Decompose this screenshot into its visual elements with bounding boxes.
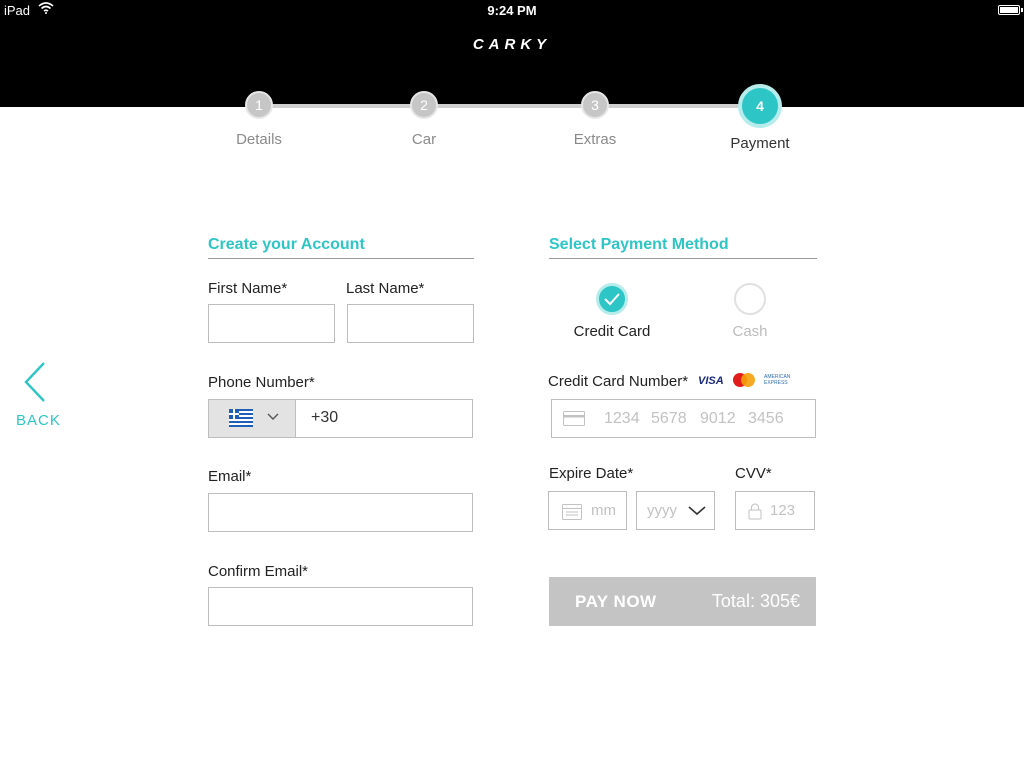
expiry-year-select[interactable]: yyyy [636, 491, 715, 530]
card-group: 1234 [604, 410, 640, 427]
first-name-input[interactable] [208, 304, 335, 343]
cvv-placeholder: 123 [770, 502, 796, 519]
pay-now-label: PAY NOW [575, 592, 657, 611]
back-button[interactable]: BACK [16, 360, 60, 429]
cash-option[interactable]: Cash [695, 283, 805, 340]
expire-date-label: Expire Date* [549, 465, 634, 482]
step-details[interactable]: 1 Details [219, 90, 299, 148]
visa-logo-icon: VISA [698, 375, 724, 387]
step-label: Car [411, 131, 437, 148]
step-payment[interactable]: 4 Payment [720, 83, 800, 152]
credit-card-option-label: Credit Card [573, 323, 651, 340]
chevron-down-icon [688, 506, 706, 516]
mastercard-logo-icon [733, 373, 755, 387]
email-input[interactable] [208, 493, 473, 532]
pay-now-button[interactable]: PAY NOW Total: 305€ [549, 577, 816, 626]
cvv-label: CVV* [735, 465, 772, 482]
card-number-label: Credit Card Number* [548, 373, 689, 390]
cash-option-label: Cash [732, 323, 768, 340]
step-label: Payment [730, 135, 790, 152]
step-extras[interactable]: 3 Extras [555, 90, 635, 148]
step-number: 4 [738, 84, 782, 128]
chevron-down-icon [267, 413, 279, 420]
phone-code-value: +30 [311, 409, 339, 426]
year-placeholder: yyyy [647, 502, 677, 519]
total-amount: Total: 305€ [711, 591, 800, 611]
amex-logo-icon: AMERICAN EXPRESS [764, 374, 791, 386]
check-icon [596, 283, 628, 315]
payment-section-title: Select Payment Method [549, 236, 817, 259]
lock-icon [748, 503, 762, 520]
card-group: 3456 [748, 410, 784, 427]
status-time: 9:24 PM [487, 3, 537, 18]
last-name-label: Last Name* [346, 280, 425, 297]
step-number: 1 [245, 91, 273, 119]
step-number: 3 [581, 91, 609, 119]
stepper-track [259, 104, 761, 108]
card-group: 9012 [700, 410, 736, 427]
credit-card-option[interactable]: Credit Card [557, 283, 667, 340]
phone-label: Phone Number* [208, 374, 315, 391]
chevron-left-icon [24, 362, 45, 402]
month-placeholder: mm [591, 502, 616, 519]
country-code-select[interactable] [208, 399, 296, 438]
card-group: 5678 [651, 410, 687, 427]
back-label: BACK [16, 412, 61, 429]
step-label: Extras [573, 131, 617, 148]
last-name-input[interactable] [347, 304, 474, 343]
greece-flag-icon [229, 409, 253, 427]
battery-icon [998, 5, 1023, 15]
app-header: iPad 9:24 PM CARKY [0, 0, 1024, 107]
carky-logo: CARKY [472, 36, 552, 53]
confirm-email-label: Confirm Email* [208, 563, 309, 580]
step-label: Details [236, 131, 282, 148]
email-label: Email* [208, 468, 252, 485]
expiry-month-input[interactable]: mm [548, 491, 627, 530]
credit-card-icon [563, 411, 585, 426]
calendar-icon [562, 504, 582, 520]
confirm-email-input[interactable] [208, 587, 473, 626]
status-bar: iPad 9:24 PM [0, 0, 1024, 22]
first-name-label: First Name* [208, 280, 288, 297]
step-number: 2 [410, 91, 438, 119]
radio-empty-icon [734, 283, 766, 315]
account-section-title: Create your Account [208, 236, 474, 259]
step-car[interactable]: 2 Car [384, 90, 464, 148]
cvv-input[interactable]: 123 [735, 491, 815, 530]
